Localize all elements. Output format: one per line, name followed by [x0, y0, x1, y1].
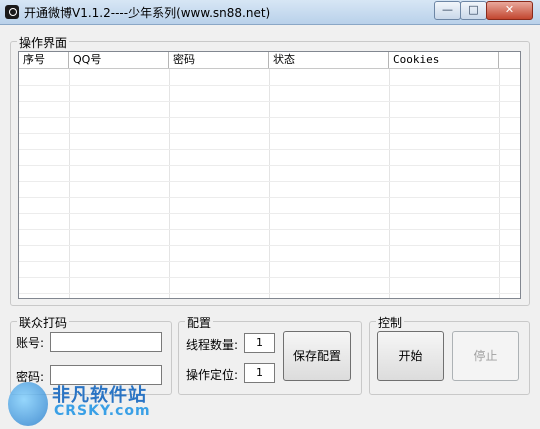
grid-row-line: [19, 213, 520, 214]
minimize-button[interactable]: —: [434, 1, 461, 20]
position-input[interactable]: 1: [244, 363, 275, 383]
grid-row-line: [19, 261, 520, 262]
grid-column-line: [169, 69, 170, 298]
grid-row-line: [19, 85, 520, 86]
column-header-qq[interactable]: QQ号: [69, 52, 169, 68]
column-header-password[interactable]: 密码: [169, 52, 269, 68]
column-header-cookies[interactable]: Cookies: [389, 52, 499, 68]
grid-row-line: [19, 245, 520, 246]
window-title: 开通微博V1.1.2----少年系列(www.sn88.net): [24, 6, 271, 20]
account-label: 账号:: [16, 336, 45, 350]
close-button[interactable]: ✕: [486, 1, 533, 20]
table-header: 序号 QQ号 密码 状态 Cookies: [19, 52, 520, 69]
grid-column-line: [269, 69, 270, 298]
title-bar: 开通微博V1.1.2----少年系列(www.sn88.net) — □ ✕: [0, 0, 540, 25]
threads-label: 线程数量:: [186, 338, 239, 352]
grid-column-line: [499, 69, 500, 298]
save-config-button[interactable]: 保存配置: [283, 331, 351, 381]
operation-panel-title: 操作界面: [17, 34, 70, 51]
grid-column-line: [69, 69, 70, 298]
grid-row-line: [19, 165, 520, 166]
column-header-status[interactable]: 状态: [269, 52, 389, 68]
watermark: 非凡软件站 CRSKY.com: [0, 378, 230, 429]
threads-input[interactable]: 1: [244, 333, 275, 353]
app-icon: [5, 5, 19, 19]
grid-row-line: [19, 197, 520, 198]
stop-button[interactable]: 停止: [452, 331, 519, 381]
account-table[interactable]: 序号 QQ号 密码 状态 Cookies: [18, 51, 521, 299]
watermark-line2: CRSKY.com: [54, 403, 151, 419]
grid-row-line: [19, 117, 520, 118]
grid-row-line: [19, 101, 520, 102]
captcha-panel-title: 联众打码: [17, 314, 70, 331]
grid-column-line: [389, 69, 390, 298]
maximize-button[interactable]: □: [460, 1, 487, 20]
control-panel-title: 控制: [376, 314, 405, 331]
start-button[interactable]: 开始: [377, 331, 444, 381]
account-input[interactable]: [50, 332, 162, 352]
grid-row-line: [19, 149, 520, 150]
grid-row-line: [19, 133, 520, 134]
watermark-logo-icon: [8, 382, 48, 426]
grid-row-line: [19, 181, 520, 182]
grid-row-line: [19, 293, 520, 294]
grid-row-line: [19, 277, 520, 278]
column-header-index[interactable]: 序号: [19, 52, 69, 68]
config-panel-title: 配置: [185, 314, 214, 331]
grid-row-line: [19, 229, 520, 230]
